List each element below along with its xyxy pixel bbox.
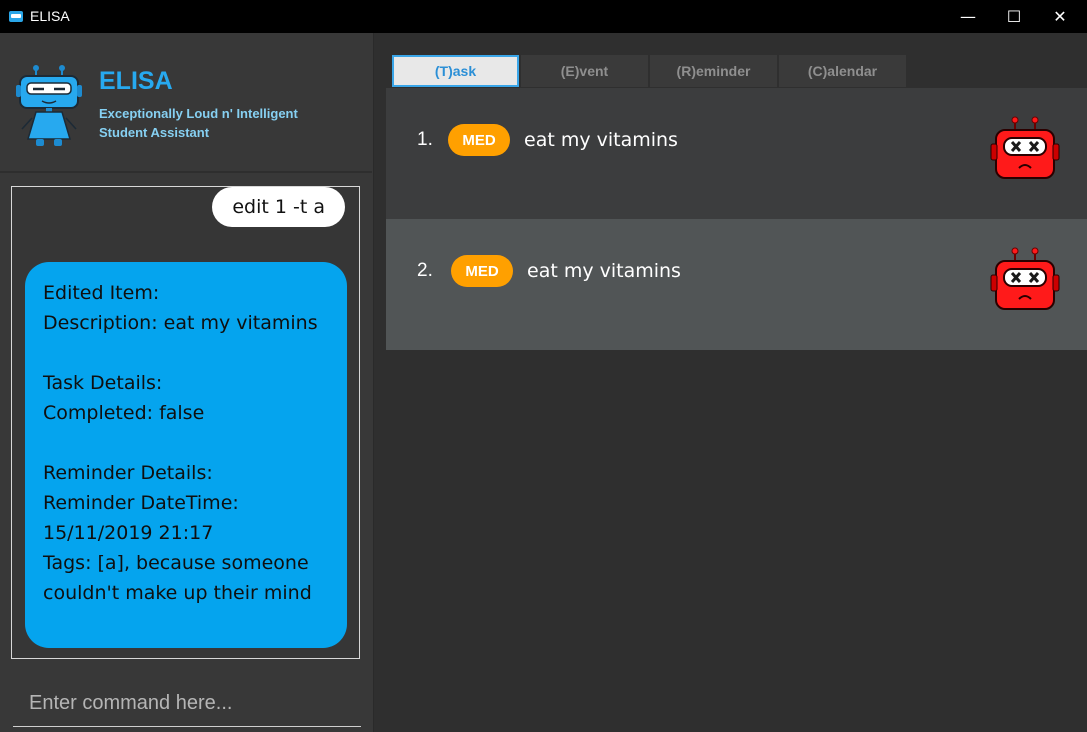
command-box [13, 681, 361, 727]
tagline-line-2: Student Assistant [99, 125, 210, 140]
task-row[interactable]: 2. MED eat my vitamins [386, 219, 1087, 350]
bot-message-bubble: Edited Item: Description: eat my vitamin… [25, 262, 347, 648]
priority-badge: MED [448, 124, 510, 156]
task-description: eat my vitamins [527, 260, 681, 282]
title-bar: ELISA — ☐ ✕ [0, 0, 1087, 33]
app-header: ELISA Exceptionally Loud n' Intelligent … [0, 33, 372, 173]
command-input[interactable] [13, 681, 361, 725]
main-panel: (T)ask (E)vent (R)eminder (C)alendar 1. … [374, 33, 1087, 732]
user-message-bubble: edit 1 -t a [212, 187, 345, 227]
tab-calendar[interactable]: (C)alendar [779, 55, 906, 87]
app-icon [9, 11, 23, 22]
app-tagline: Exceptionally Loud n' Intelligent Studen… [99, 104, 339, 142]
task-index: 1. [417, 129, 433, 150]
window-title: ELISA [30, 8, 70, 24]
task-row[interactable]: 1. MED eat my vitamins [386, 88, 1087, 219]
tab-bar: (T)ask (E)vent (R)eminder (C)alendar [392, 55, 908, 87]
task-list: 1. MED eat my vitamins 2. MED eat my vit… [386, 88, 1087, 350]
task-description: eat my vitamins [524, 129, 678, 151]
close-button[interactable]: ✕ [1037, 0, 1083, 33]
task-index: 2. [417, 260, 433, 281]
tab-reminder[interactable]: (R)eminder [650, 55, 777, 87]
tab-event[interactable]: (E)vent [521, 55, 648, 87]
dead-robot-icon [990, 247, 1060, 310]
app-brand: ELISA [99, 67, 173, 95]
minimize-button[interactable]: — [945, 0, 991, 33]
chat-panel[interactable]: edit 1 -t a Edited Item: Description: ea… [11, 186, 360, 659]
left-panel: ELISA Exceptionally Loud n' Intelligent … [0, 33, 374, 732]
priority-badge: MED [451, 255, 513, 287]
elisa-mascot-icon [16, 65, 82, 146]
dead-robot-icon [990, 116, 1060, 179]
maximize-button[interactable]: ☐ [991, 0, 1037, 33]
tab-task[interactable]: (T)ask [392, 55, 519, 87]
tagline-line-1: Exceptionally Loud n' Intelligent [99, 106, 298, 121]
